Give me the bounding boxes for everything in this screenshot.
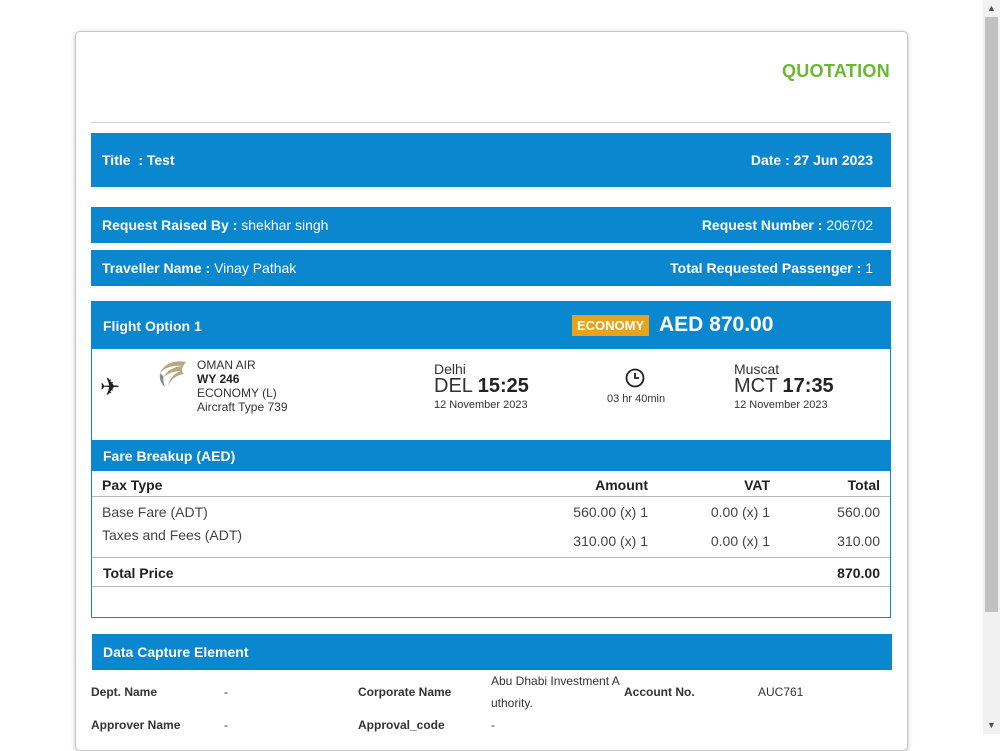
fare-table-header: Pax Type Amount VAT Total xyxy=(92,471,890,497)
row-total: 560.00 xyxy=(837,504,880,520)
flight-option-card: Flight Option 1 ECONOMY AED 870.00 ✈ OMA… xyxy=(91,301,891,618)
airline-details: OMAN AIR WY 246 ECONOMY (L) Aircraft Typ… xyxy=(197,358,288,414)
cabin-class: ECONOMY (L) xyxy=(197,386,277,400)
row-total: 310.00 xyxy=(837,533,880,549)
corporate-name-label: Corporate Name xyxy=(358,685,452,699)
flight-segment: ✈ OMAN AIR WY 246 ECONOMY (L) Aircraft T… xyxy=(92,349,890,440)
passenger-count: Total Requested Passenger : 1 xyxy=(670,260,873,276)
clock-icon xyxy=(625,368,645,388)
flight-price: AED 870.00 xyxy=(659,313,774,336)
request-bar: Request Raised By : shekhar singh Reques… xyxy=(91,207,891,243)
col-pax-type: Pax Type xyxy=(102,477,163,493)
plane-icon: ✈ xyxy=(100,374,121,401)
data-capture-header: Data Capture Element xyxy=(92,634,892,670)
corporate-name-value-line2: uthority. xyxy=(491,696,533,710)
table-row: 310.00 (x) 1 0.00 (x) 1 310.00 xyxy=(92,527,890,555)
row-amount: 310.00 (x) 1 xyxy=(573,533,648,549)
title-date-bar: Title : Test Date : 27 Jun 2023 xyxy=(91,133,891,187)
fare-table: Pax Type Amount VAT Total Base Fare (ADT… xyxy=(92,471,890,587)
row-vat: 0.00 (x) 1 xyxy=(710,504,770,520)
traveller-name: Traveller Name : Vinay Pathak xyxy=(102,260,297,276)
departure-date: 12 November 2023 xyxy=(434,399,528,411)
dept-name-label: Dept. Name xyxy=(91,685,158,699)
traveller-bar: Traveller Name : Vinay Pathak Total Requ… xyxy=(91,250,891,286)
approver-name-label: Approver Name xyxy=(91,718,181,732)
airline-logo xyxy=(159,361,186,387)
scroll-up-arrow[interactable]: ▲ xyxy=(987,3,996,13)
quotation-page: QUOTATION Title : Test Date : 27 Jun 202… xyxy=(75,31,908,751)
fare-rows: Base Fare (ADT) 560.00 (x) 1 0.00 (x) 1 … xyxy=(92,497,890,557)
approval-code-label: Approval_code xyxy=(358,718,445,732)
flight-duration: 03 hr 40min xyxy=(607,393,666,405)
row-amount: 560.00 (x) 1 xyxy=(573,504,648,520)
total-price-label: Total Price xyxy=(103,565,174,581)
row-pax: Base Fare (ADT) xyxy=(102,504,208,520)
total-price-value: 870.00 xyxy=(837,565,880,581)
scrollbar-thumb[interactable] xyxy=(985,17,998,612)
total-price-row: Total Price 870.00 xyxy=(92,557,890,587)
airline-name: OMAN AIR xyxy=(197,358,256,372)
flight-option-header: Flight Option 1 ECONOMY AED 870.00 xyxy=(92,302,890,349)
scroll-down-arrow[interactable]: ▼ xyxy=(987,720,996,730)
flight-number: WY 246 xyxy=(197,372,240,386)
request-raised-by: Request Raised By : shekhar singh xyxy=(102,217,329,233)
account-no-value: AUC761 xyxy=(758,685,804,699)
flight-option-label: Flight Option 1 xyxy=(103,317,202,334)
col-amount: Amount xyxy=(595,477,648,493)
arrival-date: 12 November 2023 xyxy=(734,399,828,411)
approver-name-value: - xyxy=(224,718,228,732)
approval-code-value: - xyxy=(491,718,495,732)
request-number: Request Number : 206702 xyxy=(701,217,873,233)
quote-date: Date : 27 Jun 2023 xyxy=(750,152,873,168)
cabin-badge: ECONOMY xyxy=(572,315,650,336)
page-title: QUOTATION xyxy=(781,61,890,81)
departure-code-time: DEL 15:25 xyxy=(434,375,529,397)
vertical-scrollbar[interactable]: ▲ ▼ xyxy=(983,0,1000,734)
arrival-code-time: MCT 17:35 xyxy=(734,375,834,397)
col-vat: VAT xyxy=(744,477,770,493)
dept-name-value: - xyxy=(224,685,228,699)
aircraft-type: Aircraft Type 739 xyxy=(197,400,288,414)
divider xyxy=(91,122,890,123)
corporate-name-value-line1: Abu Dhabi Investment A xyxy=(491,674,620,688)
quote-title: Title : Test xyxy=(102,152,175,168)
fare-breakup-header: Fare Breakup (AED) xyxy=(92,440,890,471)
col-total: Total xyxy=(847,477,880,493)
row-vat: 0.00 (x) 1 xyxy=(710,533,770,549)
account-no-label: Account No. xyxy=(624,685,695,699)
